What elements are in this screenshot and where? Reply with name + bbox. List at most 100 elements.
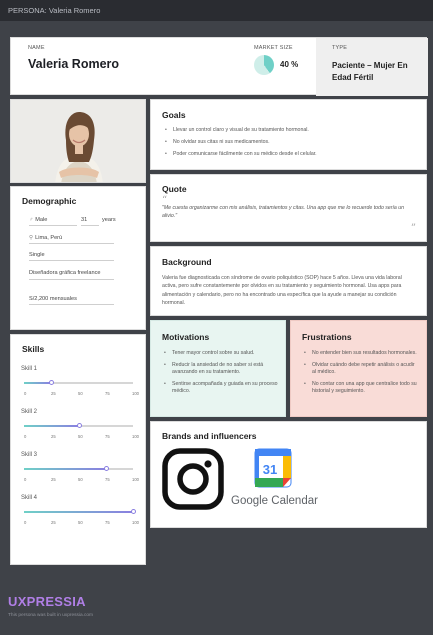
persona-header: NAME Valeria Romero MARKET SIZE 40 % TYP… (10, 37, 428, 96)
income-value: S/2,200 mensuales (29, 296, 77, 302)
skill-name: Skill 1 (21, 366, 38, 372)
market-size-value[interactable]: 40 % (280, 60, 298, 69)
top-bar-title: PERSONA: Valeria Romero (8, 6, 101, 15)
skill-name: Skill 3 (21, 452, 38, 458)
skill-name: Skill 4 (21, 495, 38, 501)
income-field[interactable]: S/2,200 mensuales (29, 296, 114, 305)
demographic-title: Demographic (22, 196, 77, 206)
skill-slider[interactable]: Skill 2 0 25 50 75 100 (21, 409, 139, 439)
background-panel: Background Valeria fue diagnosticada con… (150, 246, 427, 316)
skill-fill (24, 468, 106, 470)
gender-male-icon: ♂ (29, 217, 34, 223)
skill-slider[interactable]: Skill 1 0 25 50 75 100 (21, 366, 139, 396)
google-calendar-icon[interactable]: 31 (253, 447, 293, 489)
frustrations-panel: Frustrations No entender bien sus result… (290, 320, 427, 417)
skill-tick-label: 50 (78, 520, 83, 525)
type-box[interactable]: TYPE Paciente – Mujer En Edad Fértil (316, 38, 428, 96)
skill-fill (24, 425, 79, 427)
skill-tick-label: 100 (132, 520, 139, 525)
frustrations-list: No entender bien sus resultados hormonal… (302, 350, 420, 400)
list-item[interactable]: Olvidar cuándo debe repetir análisis o a… (302, 362, 420, 376)
skill-track[interactable] (24, 466, 133, 471)
goals-list: Llevar un control claro y visual de su t… (163, 127, 418, 163)
skill-tick-label: 0 (24, 391, 27, 396)
age-unit: years (102, 217, 116, 223)
quote-title: Quote (162, 184, 187, 194)
list-item[interactable]: Tener mayor control sobre su salud. (162, 350, 278, 357)
skill-tick-label: 75 (105, 391, 110, 396)
skills-panel: Skills Skill 1 0 25 50 75 100 Skill 2 0 25 50 75 10… (10, 334, 146, 565)
persona-photo[interactable] (10, 99, 146, 183)
occupation-field[interactable]: Diseñadora gráfica freelance (29, 269, 114, 280)
type-label: TYPE (332, 45, 348, 51)
name-label: NAME (28, 45, 45, 51)
age-value: 31 (81, 217, 88, 223)
skill-tick-label: 25 (51, 520, 56, 525)
skill-tick-label: 75 (105, 477, 110, 482)
list-item[interactable]: Llevar un control claro y visual de su t… (163, 127, 418, 134)
skill-track[interactable] (24, 423, 133, 428)
type-value: Paciente – Mujer En Edad Fértil (332, 61, 408, 82)
uxpressia-logo[interactable]: UXPRESSIA (8, 594, 86, 609)
skill-thumb[interactable] (76, 423, 82, 428)
skill-fill (24, 511, 133, 513)
skill-tick-label: 100 (132, 477, 139, 482)
skills-title: Skills (22, 344, 45, 354)
skill-tick-label: 0 (24, 520, 27, 525)
location-field[interactable]: ⚲ Lima, Perú (29, 235, 114, 244)
skill-name: Skill 2 (21, 409, 38, 415)
skill-tick-label: 100 (132, 434, 139, 439)
brands-title: Brands and influencers (162, 431, 257, 441)
skill-thumb[interactable] (49, 380, 55, 385)
skill-track[interactable] (24, 380, 133, 385)
skill-track[interactable] (24, 509, 136, 514)
skill-tick-label: 75 (105, 520, 110, 525)
skill-fill (24, 382, 52, 384)
google-calendar-label: Google Calendar (231, 495, 318, 507)
skill-tick-label: 100 (132, 391, 139, 396)
quote-close-icon: ” (410, 223, 416, 234)
status-value: Single (29, 252, 45, 258)
occupation-value: Diseñadora gráfica freelance (29, 270, 101, 276)
background-title: Background (162, 257, 212, 267)
demographic-panel: Demographic ♂ Male 31 years ⚲ Lima, Perú S… (10, 186, 146, 330)
top-bar: PERSONA: Valeria Romero (0, 0, 433, 21)
skill-slider[interactable]: Skill 3 0 25 50 75 100 (21, 452, 139, 482)
status-field[interactable]: Single (29, 252, 114, 261)
calendar-day-number: 31 (263, 462, 277, 477)
brands-panel: Brands and influencers 31 Google Calenda… (150, 421, 427, 528)
persona-photo-image (11, 100, 145, 182)
motivations-panel: Motivations Tener mayor control sobre su… (150, 320, 286, 417)
gender-field[interactable]: ♂ Male (29, 217, 77, 226)
skill-tick-label: 0 (24, 434, 27, 439)
motivations-list: Tener mayor control sobre su salud. Redu… (162, 350, 278, 400)
instagram-icon[interactable] (162, 448, 224, 510)
skill-slider[interactable]: Skill 4 0 25 50 75 100 (21, 495, 139, 525)
motivations-title: Motivations (162, 332, 210, 342)
list-item[interactable]: Poder comunicarse fácilmente con su médi… (163, 151, 418, 158)
goals-panel: Goals Llevar un control claro y visual d… (150, 99, 427, 170)
skill-tick-label: 25 (51, 434, 56, 439)
skill-tick-label: 50 (78, 434, 83, 439)
skill-tick-label: 50 (78, 477, 83, 482)
location-pin-icon: ⚲ (29, 235, 34, 241)
skill-tick-label: 25 (51, 477, 56, 482)
list-item[interactable]: No contar con una app que centralice tod… (302, 381, 420, 395)
skill-tick-label: 25 (51, 391, 56, 396)
list-item[interactable]: Reducir la ansiedad de no saber si está … (162, 362, 278, 376)
skill-thumb[interactable] (103, 466, 109, 471)
quote-text[interactable]: "Me cuesta organizarme con mis análisis,… (162, 205, 414, 220)
background-text[interactable]: Valeria fue diagnosticada con síndrome d… (162, 274, 417, 308)
footer-note: This persona was built in uxpressia.com (8, 613, 94, 618)
gender-value: Male (35, 217, 48, 223)
skill-tick-label: 0 (24, 477, 27, 482)
skill-thumb[interactable] (131, 509, 136, 514)
age-field[interactable]: 31 (81, 217, 99, 226)
persona-name[interactable]: Valeria Romero (28, 57, 119, 71)
skill-tick-label: 75 (105, 434, 110, 439)
list-item[interactable]: No olvidar sus citas ni sus medicamentos… (163, 139, 418, 146)
frustrations-title: Frustrations (302, 332, 352, 342)
list-item[interactable]: No entender bien sus resultados hormonal… (302, 350, 420, 357)
list-item[interactable]: Sentirse acompañada y guiada en su proce… (162, 381, 278, 395)
skill-tick-label: 50 (78, 391, 83, 396)
